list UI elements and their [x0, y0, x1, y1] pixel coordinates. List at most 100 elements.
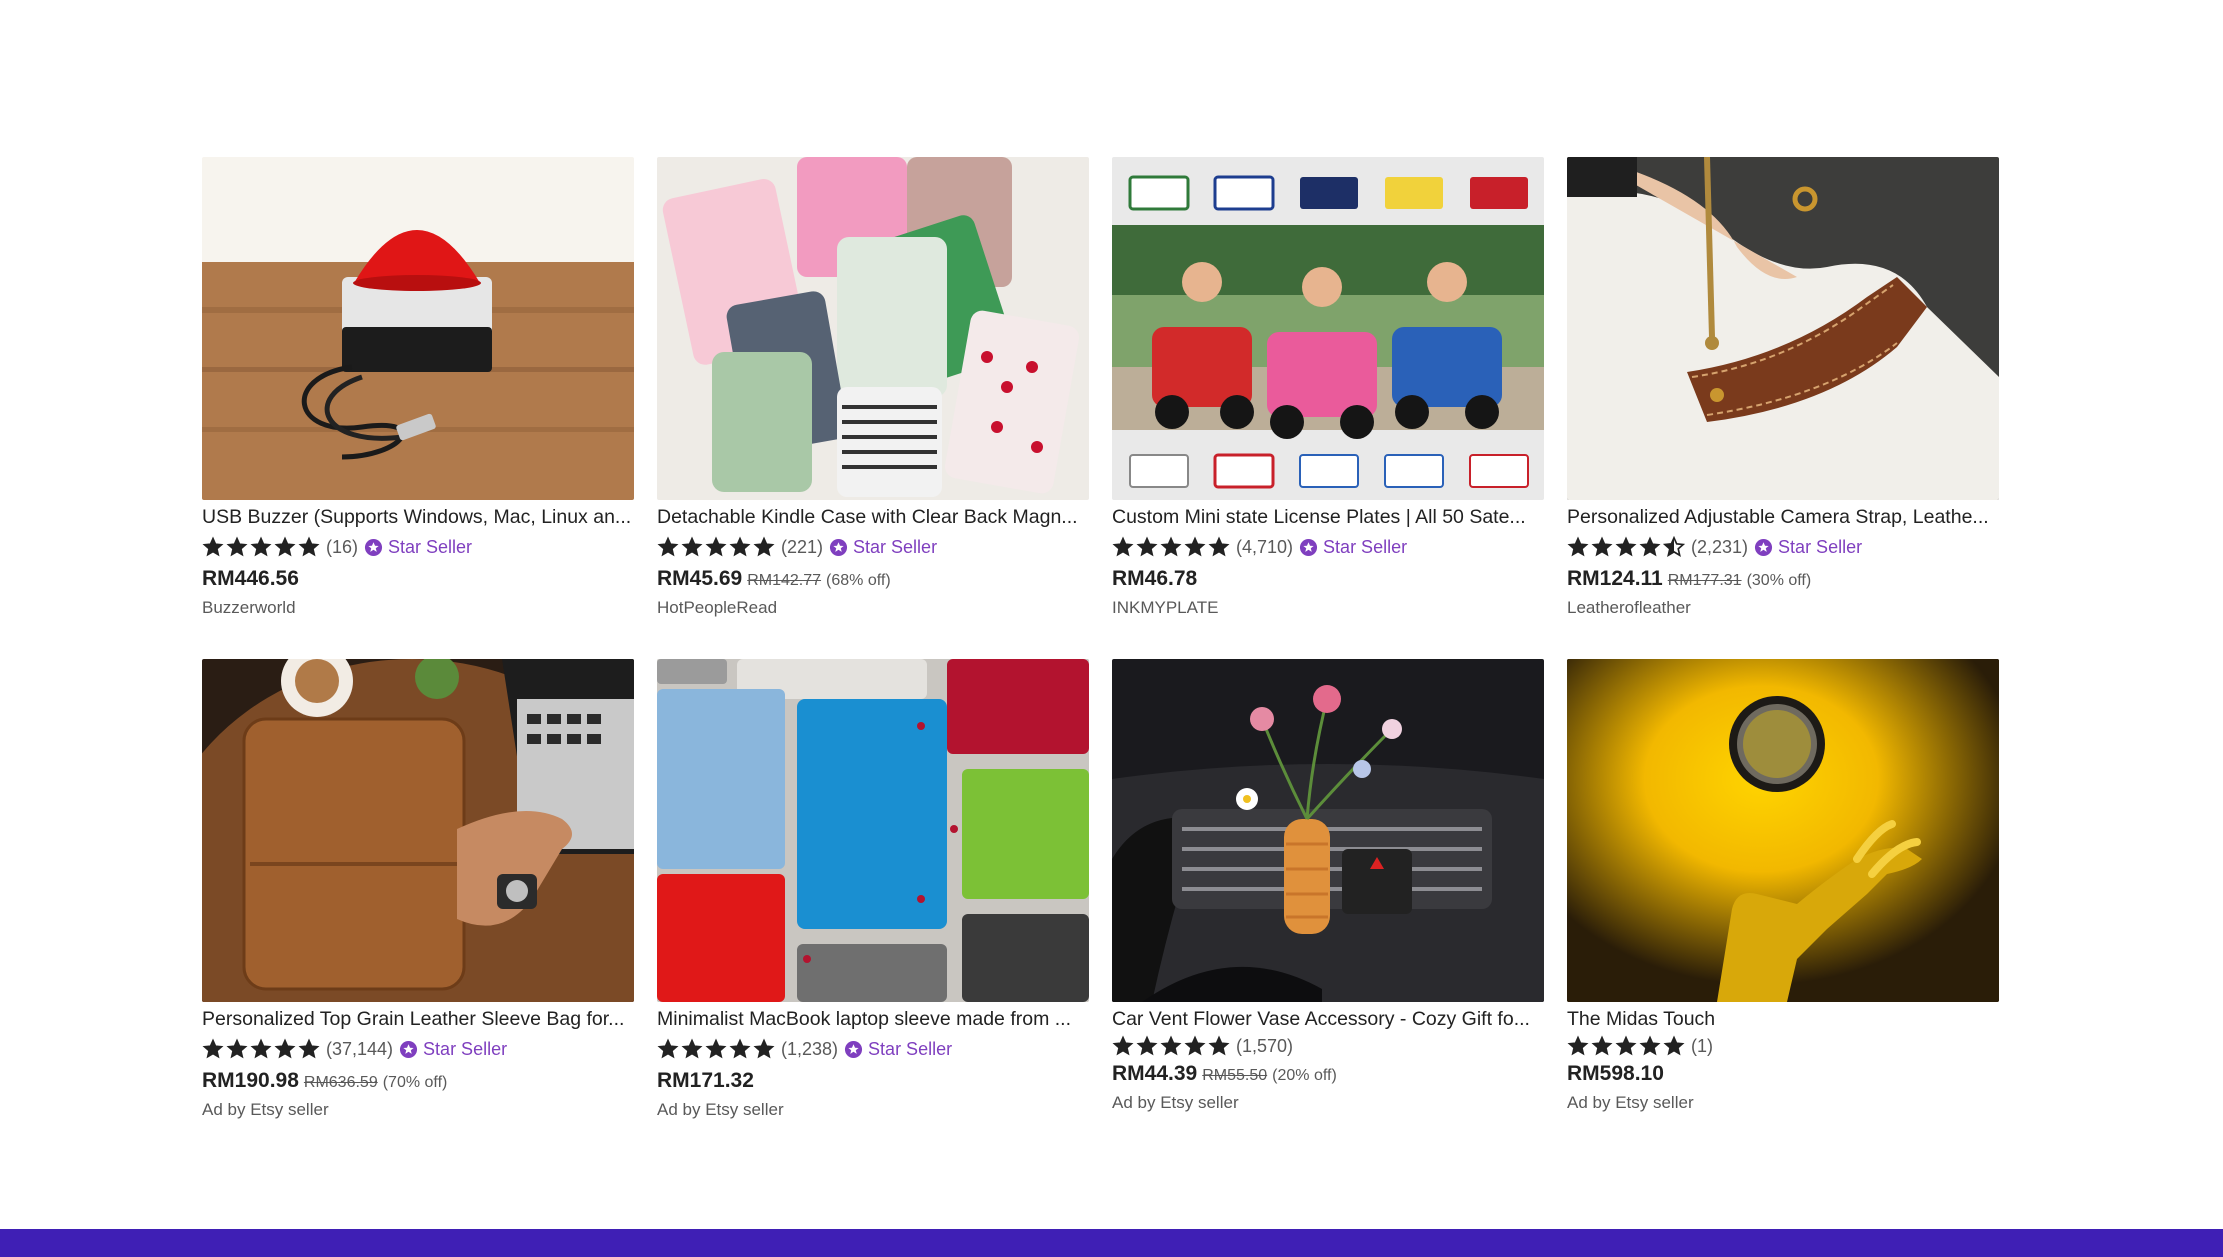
star-icon	[1591, 1035, 1613, 1056]
discount-label: (68% off)	[826, 572, 891, 589]
star-icon	[1639, 536, 1661, 557]
sale-price: RM44.39	[1112, 1062, 1198, 1085]
product-title[interactable]: Custom Mini state License Plates | All 5…	[1112, 505, 1544, 529]
star-seller-icon	[364, 538, 383, 556]
review-count: (16)	[326, 536, 359, 557]
felt-sleeves-image	[657, 659, 1089, 1002]
kindle-cases-image	[657, 157, 1089, 500]
price-row: RM171.32	[657, 1069, 754, 1093]
star-seller-label: Star Seller	[1778, 536, 1863, 557]
star-icon	[1663, 536, 1685, 557]
shop-name[interactable]: Buzzerworld	[202, 598, 296, 618]
rating-row: (2,231) Star Seller	[1567, 534, 1862, 560]
rating-row: (4,710) Star Seller	[1112, 534, 1407, 560]
sale-price: RM124.11	[1567, 567, 1663, 590]
sale-price: RM598.10	[1567, 1062, 1664, 1085]
star-icon	[202, 536, 224, 557]
product-title[interactable]: Detachable Kindle Case with Clear Back M…	[657, 505, 1089, 529]
star-seller-icon	[829, 538, 848, 556]
star-seller-label: Star Seller	[388, 536, 473, 557]
product-title[interactable]: Minimalist MacBook laptop sleeve made fr…	[657, 1007, 1089, 1031]
original-price: RM142.77	[747, 572, 822, 589]
camera-strap-image	[1567, 157, 1999, 500]
product-title[interactable]: USB Buzzer (Supports Windows, Mac, Linux…	[202, 505, 634, 529]
star-seller-badge: Star Seller	[844, 1039, 952, 1060]
license-plates-image	[1112, 157, 1544, 500]
shop-name[interactable]: Leatherofleather	[1567, 598, 1691, 618]
star-rating	[1567, 1035, 1687, 1057]
discount-label: (20% off)	[1272, 1067, 1337, 1084]
rating-row: (37,144) Star Seller	[202, 1036, 507, 1062]
star-seller-label: Star Seller	[853, 536, 938, 557]
product-title[interactable]: The Midas Touch	[1567, 1007, 1999, 1031]
star-icon	[1567, 1035, 1589, 1056]
product-title[interactable]: Personalized Top Grain Leather Sleeve Ba…	[202, 1007, 634, 1031]
discount-label: (70% off)	[382, 1074, 448, 1091]
star-rating	[657, 1038, 777, 1060]
star-icon	[1160, 1035, 1182, 1056]
sale-price: RM45.69	[657, 567, 743, 590]
star-icon	[657, 536, 679, 557]
product-image[interactable]	[202, 659, 634, 1002]
shop-name[interactable]: INKMYPLATE	[1112, 598, 1218, 618]
product-image[interactable]	[657, 659, 1089, 1002]
star-seller-icon	[1754, 538, 1773, 556]
review-count: (37,144)	[326, 1038, 394, 1059]
star-icon	[1567, 536, 1589, 557]
star-icon	[1591, 536, 1613, 557]
star-rating	[1112, 1035, 1232, 1057]
star-seller-label: Star Seller	[423, 1038, 508, 1059]
star-seller-icon	[399, 1040, 418, 1058]
star-rating	[1567, 536, 1687, 558]
star-icon	[1184, 1035, 1206, 1056]
star-icon	[202, 1038, 224, 1059]
star-icon	[681, 1038, 703, 1059]
price-row: RM446.56	[202, 567, 299, 591]
car-vase-image	[1112, 659, 1544, 1002]
star-icon	[753, 1038, 775, 1059]
star-icon	[1663, 1035, 1685, 1056]
red-buzzer-image	[202, 157, 634, 500]
review-count: (1,238)	[781, 1038, 839, 1059]
star-seller-icon	[844, 1040, 863, 1058]
star-icon	[1208, 536, 1230, 557]
product-title[interactable]: Personalized Adjustable Camera Strap, Le…	[1567, 505, 1999, 529]
shop-name[interactable]: HotPeopleRead	[657, 598, 777, 618]
star-icon	[1615, 1035, 1637, 1056]
review-count: (1,570)	[1236, 1035, 1294, 1056]
midas-touch-image	[1567, 659, 1999, 1002]
product-image[interactable]	[657, 157, 1089, 500]
sale-price: RM190.98	[202, 1069, 299, 1092]
star-icon	[681, 536, 703, 557]
star-icon	[657, 1038, 679, 1059]
star-icon	[1208, 1035, 1230, 1056]
shop-name[interactable]: Ad by Etsy seller	[202, 1100, 329, 1120]
price-row: RM44.39 RM55.50 (20% off)	[1112, 1062, 1337, 1086]
rating-row: (16) Star Seller	[202, 534, 472, 560]
star-seller-badge: Star Seller	[1754, 537, 1862, 558]
footer-band	[0, 1229, 2223, 1257]
price-row: RM45.69 RM142.77 (68% off)	[657, 567, 891, 591]
review-count: (1)	[1691, 1035, 1713, 1056]
product-image[interactable]	[202, 157, 634, 500]
star-icon	[274, 536, 296, 557]
star-icon	[1184, 536, 1206, 557]
shop-name[interactable]: Ad by Etsy seller	[1112, 1093, 1239, 1113]
star-seller-badge: Star Seller	[829, 537, 937, 558]
product-image[interactable]	[1567, 157, 1999, 500]
sale-price: RM446.56	[202, 567, 299, 590]
shop-name[interactable]: Ad by Etsy seller	[657, 1100, 784, 1120]
star-icon	[274, 1038, 296, 1059]
product-image[interactable]	[1112, 659, 1544, 1002]
star-icon	[1160, 536, 1182, 557]
star-icon	[1112, 536, 1134, 557]
product-image[interactable]	[1567, 659, 1999, 1002]
star-rating	[202, 1038, 322, 1060]
price-row: RM190.98 RM636.59 (70% off)	[202, 1069, 447, 1093]
star-icon	[729, 1038, 751, 1059]
shop-name[interactable]: Ad by Etsy seller	[1567, 1093, 1694, 1113]
review-count: (221)	[781, 536, 824, 557]
product-title[interactable]: Car Vent Flower Vase Accessory - Cozy Gi…	[1112, 1007, 1544, 1031]
product-image[interactable]	[1112, 157, 1544, 500]
star-rating	[657, 536, 777, 558]
